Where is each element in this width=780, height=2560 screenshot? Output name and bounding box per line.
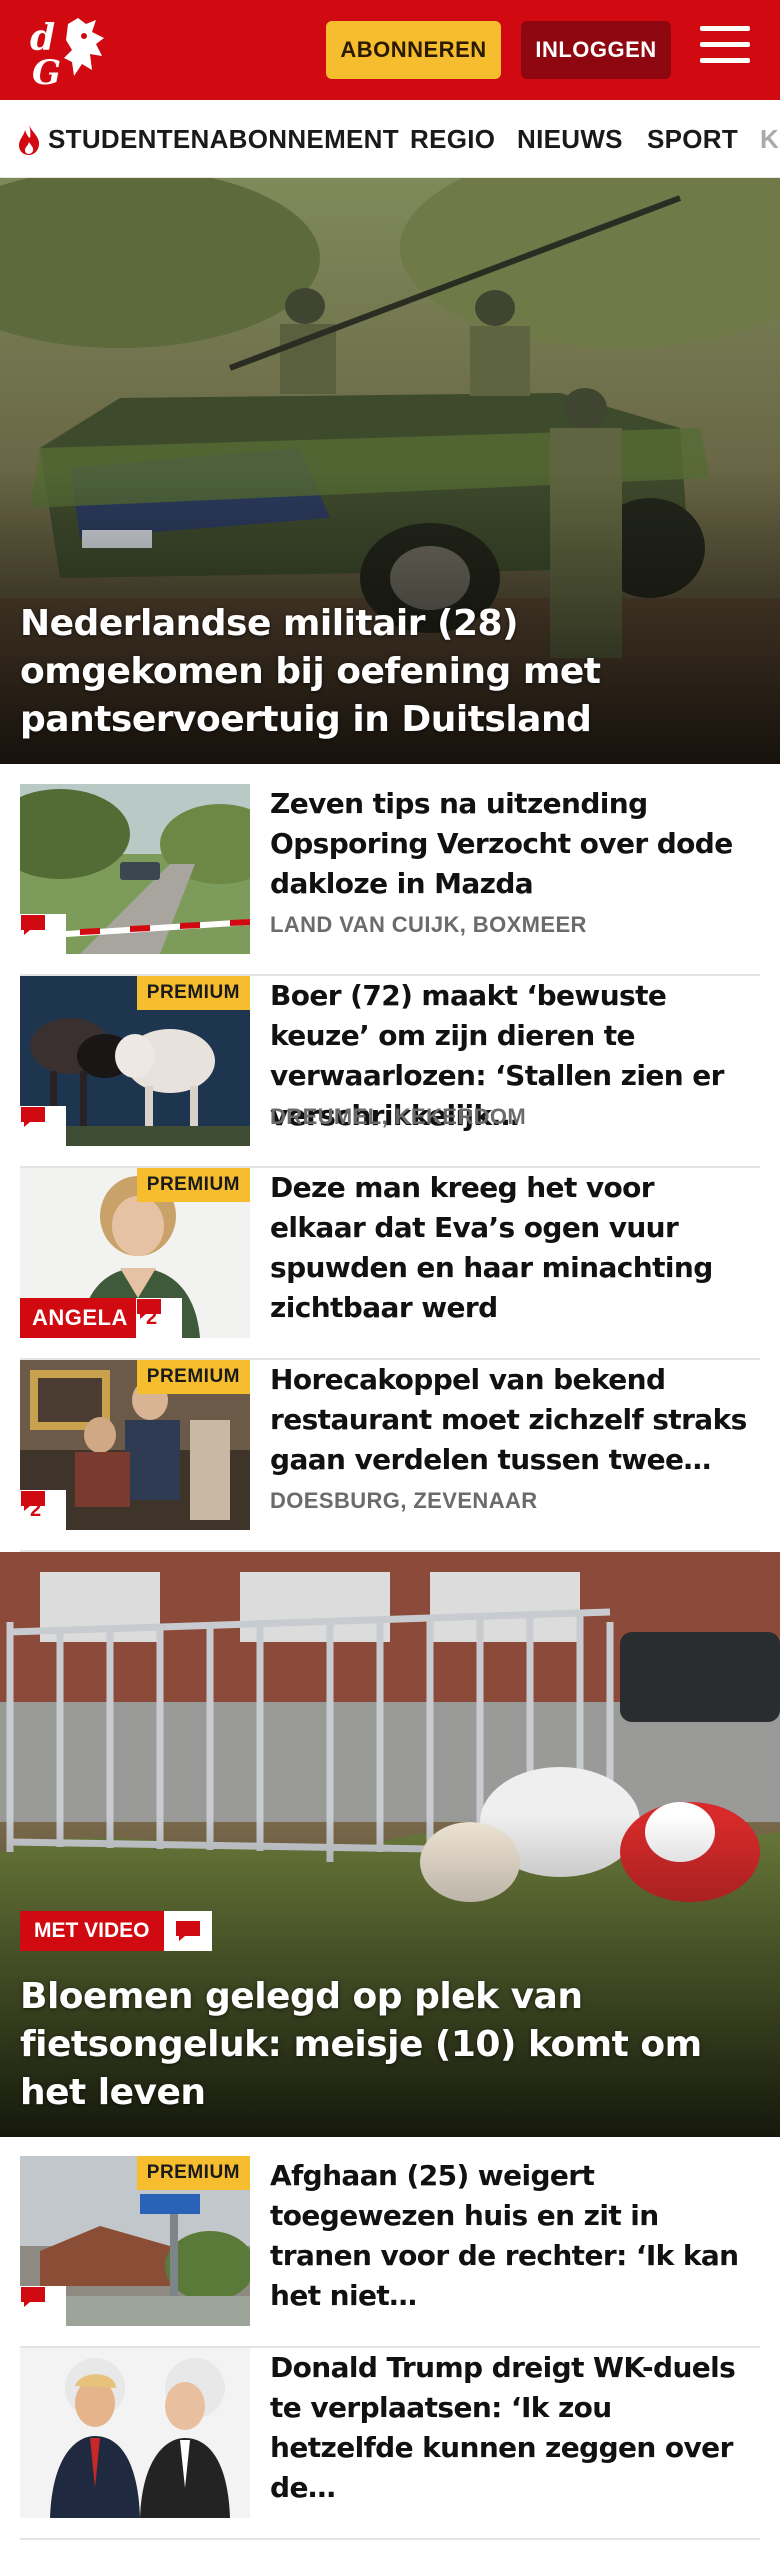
comments-badge[interactable]: [20, 914, 66, 954]
comments-badge[interactable]: [20, 1106, 66, 1146]
top-bar: d G ABONNEREN INLOGGEN: [0, 0, 780, 100]
nav-label: REGIO: [410, 123, 496, 154]
nav-item-regio[interactable]: REGIO: [410, 100, 496, 177]
article-title[interactable]: Zeven tips na uitzending Opsporing Verzo…: [270, 784, 758, 904]
column-tag[interactable]: ANGELA: [20, 1298, 140, 1338]
article-thumbnail[interactable]: [20, 2348, 250, 2518]
flame-icon: [19, 124, 40, 155]
article-title[interactable]: Deze man kreeg het voor elkaar dat Eva’s…: [270, 1168, 758, 1328]
comments-badge[interactable]: [20, 2286, 66, 2326]
nav-label: K: [760, 123, 780, 154]
logo[interactable]: d G: [26, 14, 112, 88]
section-nav: STUDENTENABONNEMENT REGIO NIEUWS SPORT K: [0, 100, 780, 178]
nav-label: SPORT: [647, 123, 739, 154]
article-thumbnail[interactable]: PREMIUM 2: [20, 1360, 250, 1530]
thumbnail-image: [20, 2348, 250, 2518]
subscribe-button[interactable]: ABONNEREN: [326, 21, 501, 79]
article-title[interactable]: Donald Trump dreigt WK-duels te verplaat…: [270, 2348, 758, 2508]
list-item[interactable]: Zeven tips na uitzending Opsporing Verzo…: [20, 784, 760, 976]
comment-icon: [21, 1107, 45, 1127]
video-badge: MET VIDEO: [20, 1911, 164, 1951]
article-title[interactable]: Horecakoppel van bekend restaurant moet …: [270, 1360, 758, 1480]
comment-icon: [21, 2287, 45, 2307]
comments-badge[interactable]: [163, 1911, 212, 1951]
nav-item-more[interactable]: K: [760, 100, 780, 177]
comment-icon: [21, 1491, 45, 1511]
article-thumbnail[interactable]: PREMIUM ANGELA 2: [20, 1168, 250, 1338]
comments-badge[interactable]: 2: [136, 1298, 182, 1338]
article-thumbnail[interactable]: [20, 784, 250, 954]
article-location: LAND VAN CUIJK, BOXMEER: [270, 912, 587, 937]
list-item[interactable]: PREMIUM ANGELA 2 Deze man kreeg het voor…: [20, 1168, 760, 1360]
premium-badge: PREMIUM: [136, 976, 250, 1010]
article-title[interactable]: Afghaan (25) weigert toegewezen huis en …: [270, 2156, 758, 2316]
hero-badges: MET VIDEO: [20, 1911, 212, 1951]
hero-article-military[interactable]: Nederlandse militair (28) omgekomen bij …: [0, 178, 780, 764]
comment-icon: [175, 1921, 200, 1941]
article-thumbnail[interactable]: PREMIUM: [20, 2156, 250, 2326]
nav-label: NIEUWS: [517, 123, 623, 154]
list-item[interactable]: PREMIUM 2 Horecakoppel van bekend restau…: [20, 1360, 760, 1552]
nav-item-nieuws[interactable]: NIEUWS: [517, 100, 623, 177]
premium-badge: PREMIUM: [136, 2156, 250, 2190]
hero-title[interactable]: Bloemen gelegd op plek van fietsongeluk:…: [20, 1973, 756, 2117]
menu-icon[interactable]: [700, 26, 750, 72]
hero-title[interactable]: Nederlandse militair (28) omgekomen bij …: [20, 600, 756, 744]
premium-badge: PREMIUM: [136, 1168, 250, 1202]
comment-icon: [137, 1299, 161, 1319]
nav-item-studentenabonnement[interactable]: STUDENTENABONNEMENT: [16, 100, 399, 177]
article-location: DREUMEL, KEKERDOM: [270, 1104, 527, 1129]
list-item[interactable]: Donald Trump dreigt WK-duels te verplaat…: [20, 2348, 760, 2540]
nav-item-sport[interactable]: SPORT: [647, 100, 739, 177]
comments-badge[interactable]: 2: [20, 1490, 66, 1530]
nav-label: STUDENTENABONNEMENT: [48, 123, 399, 154]
list-item[interactable]: PREMIUM Afghaan (25) weigert toegewezen …: [20, 2156, 760, 2348]
list-item[interactable]: PREMIUM Boer (72) maakt ‘bewuste keuze’ …: [20, 976, 760, 1168]
hero-article-flowers[interactable]: MET VIDEO Bloemen gelegd op plek van fie…: [0, 1552, 780, 2137]
premium-badge: PREMIUM: [136, 1360, 250, 1394]
article-location: DOESBURG, ZEVENAAR: [270, 1488, 538, 1513]
comment-icon: [21, 915, 45, 935]
svg-text:G: G: [32, 53, 61, 88]
article-thumbnail[interactable]: PREMIUM: [20, 976, 250, 1146]
login-button[interactable]: INLOGGEN: [521, 21, 671, 79]
